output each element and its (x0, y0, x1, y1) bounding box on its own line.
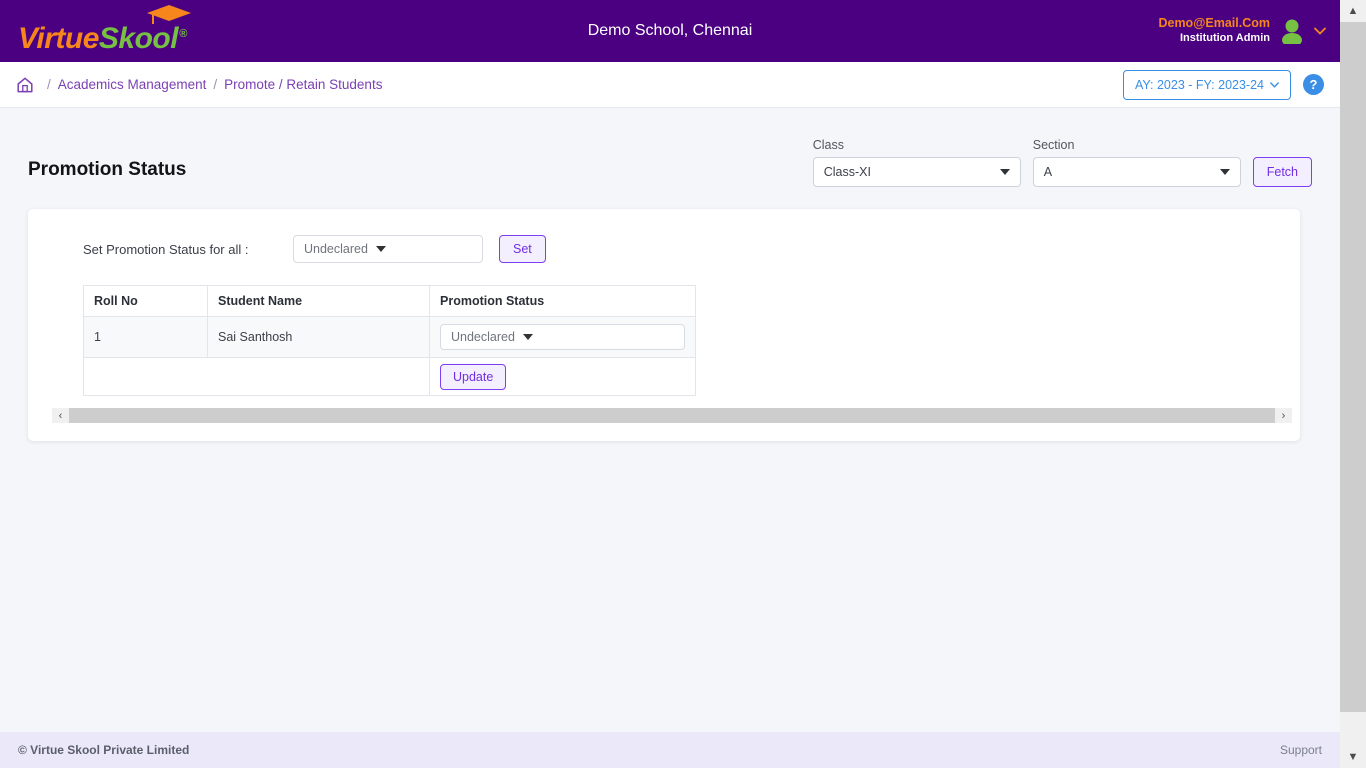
academic-year-label: AY: 2023 - FY: 2023-24 (1134, 77, 1264, 92)
user-info: Demo@Email.Com Institution Admin (1158, 16, 1270, 45)
row-promotion-status-select[interactable]: Undeclared (440, 324, 685, 350)
set-button[interactable]: Set (499, 235, 546, 263)
filters-group: Class Class-XI Section A Fetch (812, 138, 1312, 187)
vertical-scrollbar[interactable]: ▲ ▼ (1340, 0, 1366, 768)
column-header-roll-no: Roll No (83, 285, 208, 317)
help-circle-icon[interactable]: ? (1303, 74, 1324, 95)
cell-student-name: Sai Santhosh (207, 316, 430, 358)
app-logo[interactable]: VirtueSkool® (18, 5, 191, 55)
table-row: 1 Sai Santhosh Undeclared (83, 316, 696, 358)
page-title: Promotion Status (28, 159, 187, 180)
column-header-student-name: Student Name (207, 285, 430, 317)
table-header: Roll No Student Name Promotion Status (83, 285, 696, 317)
academic-year-selector[interactable]: AY: 2023 - FY: 2023-24 (1122, 69, 1291, 100)
table-body: 1 Sai Santhosh Undeclared Update (83, 316, 696, 396)
user-email: Demo@Email.Com (1158, 16, 1270, 31)
user-menu[interactable]: Demo@Email.Com Institution Admin (1158, 16, 1326, 45)
user-avatar-icon[interactable] (1280, 18, 1304, 44)
main-content: Promotion Status Class Class-XI Section … (0, 108, 1340, 732)
page-root: VirtueSkool® Demo School, Chennai Demo@E… (0, 0, 1340, 768)
browser-viewport: VirtueSkool® Demo School, Chennai Demo@E… (0, 0, 1366, 768)
section-label: Section (1032, 138, 1075, 152)
home-icon[interactable] (16, 76, 34, 94)
chevron-down-icon (375, 246, 386, 252)
school-name: Demo School, Chennai (587, 22, 753, 39)
chevron-down-icon (1270, 81, 1279, 88)
section-select-value: A (1043, 165, 1053, 179)
row-promotion-status-value: Undeclared (451, 330, 515, 344)
section-select[interactable]: A (1032, 157, 1241, 187)
class-select-value: Class-XI (823, 165, 871, 179)
chevron-up-icon[interactable]: ▲ (1340, 0, 1366, 22)
horizontal-scroll-thumb[interactable] (69, 408, 1275, 423)
breadcrumb-separator-2: / (213, 77, 218, 92)
promotion-table: Roll No Student Name Promotion Status 1 … (83, 285, 696, 396)
logo-text-primary: Virtue (18, 22, 99, 55)
section-field: Section A (1032, 138, 1241, 187)
chevron-right-icon[interactable]: › (1275, 408, 1292, 423)
set-all-status-select[interactable]: Undeclared (293, 235, 483, 263)
set-all-status-value: Undeclared (304, 242, 368, 256)
table-header-row: Roll No Student Name Promotion Status (83, 285, 696, 317)
class-field: Class Class-XI (812, 138, 1021, 187)
logo-text-secondary: Skool (98, 22, 179, 55)
page-footer: © Virtue Skool Private Limited Support (0, 732, 1340, 768)
copyright-text: © Virtue Skool Private Limited (18, 743, 190, 757)
table-action-row: Update (83, 357, 696, 396)
breadcrumb-bar: / Academics Management / Promote / Retai… (0, 62, 1340, 108)
chevron-left-icon[interactable]: ‹ (52, 408, 69, 423)
page-header-row: Promotion Status Class Class-XI Section … (28, 108, 1312, 187)
top-header: VirtueSkool® Demo School, Chennai Demo@E… (0, 0, 1340, 62)
chevron-down-icon[interactable] (1314, 27, 1326, 35)
action-row-spacer (83, 357, 430, 396)
cell-roll-no: 1 (83, 316, 208, 358)
user-role: Institution Admin (1179, 31, 1270, 44)
breadcrumb-item-academics-management[interactable]: Academics Management (58, 77, 207, 92)
chevron-down-icon (999, 169, 1010, 175)
breadcrumb-item-promote-retain-students[interactable]: Promote / Retain Students (224, 77, 382, 92)
vertical-scroll-thumb[interactable] (1340, 22, 1366, 712)
breadcrumb-actions: AY: 2023 - FY: 2023-24 ? (1122, 69, 1324, 100)
set-all-row: Set Promotion Status for all : Undeclare… (44, 235, 1284, 263)
table-container: Roll No Student Name Promotion Status 1 … (44, 285, 1284, 396)
graduation-cap-icon (147, 5, 191, 24)
logo-registered-mark: ® (179, 28, 187, 40)
horizontal-scroll-track[interactable] (69, 408, 1275, 423)
fetch-button[interactable]: Fetch (1252, 157, 1312, 187)
vertical-scroll-track[interactable] (1340, 22, 1366, 746)
chevron-down-icon (522, 334, 533, 340)
column-header-promotion-status: Promotion Status (429, 285, 696, 317)
cell-promotion-status: Undeclared (429, 316, 696, 358)
chevron-down-icon (1219, 169, 1230, 175)
action-row-cell: Update (429, 357, 696, 396)
horizontal-scrollbar[interactable]: ‹ › (52, 408, 1292, 423)
set-all-label: Set Promotion Status for all : (83, 241, 249, 257)
class-label: Class (812, 138, 844, 152)
breadcrumb-separator-1: / (47, 77, 51, 92)
chevron-down-icon[interactable]: ▼ (1340, 746, 1366, 768)
promotion-card: Set Promotion Status for all : Undeclare… (28, 209, 1300, 441)
support-link[interactable]: Support (1280, 743, 1322, 757)
class-select[interactable]: Class-XI (812, 157, 1021, 187)
update-button[interactable]: Update (440, 363, 507, 390)
